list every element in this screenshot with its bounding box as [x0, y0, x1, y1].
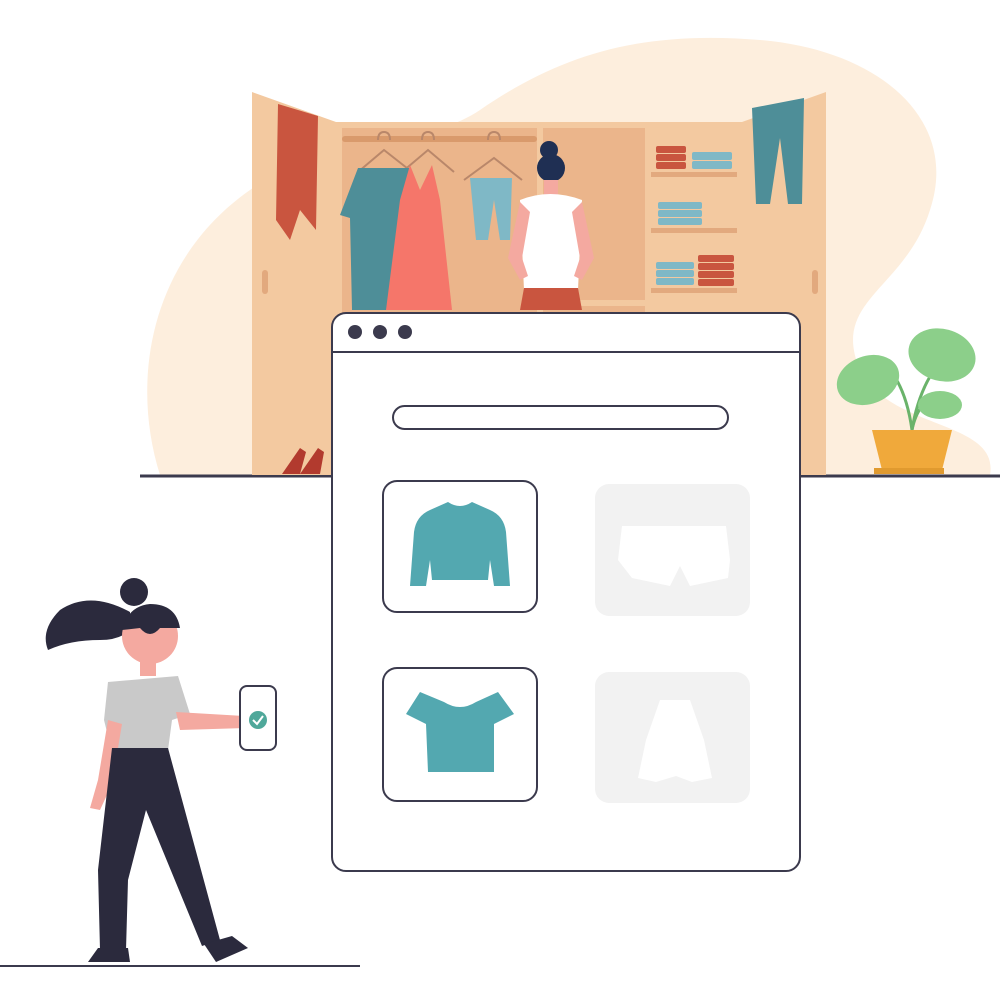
- illustration-svg: [0, 37, 1000, 967]
- browser-window: [331, 312, 801, 872]
- window-dot-2[interactable]: [373, 325, 387, 339]
- card-shorts[interactable]: [595, 484, 750, 616]
- card-skirt[interactable]: [595, 672, 750, 803]
- card-sweater[interactable]: [382, 480, 538, 613]
- search-bar[interactable]: [392, 405, 729, 430]
- card-crop-top[interactable]: [382, 667, 538, 802]
- shorts-icon: [618, 526, 730, 586]
- phone[interactable]: [239, 685, 277, 751]
- checkmark-icon: [249, 711, 267, 729]
- window-dot-1[interactable]: [348, 325, 362, 339]
- woman-with-phone: [0, 578, 360, 967]
- sweater-icon: [410, 502, 510, 586]
- hanging-rod: [342, 136, 537, 142]
- window-dot-3[interactable]: [398, 325, 412, 339]
- illustration-stage: [0, 0, 1000, 1000]
